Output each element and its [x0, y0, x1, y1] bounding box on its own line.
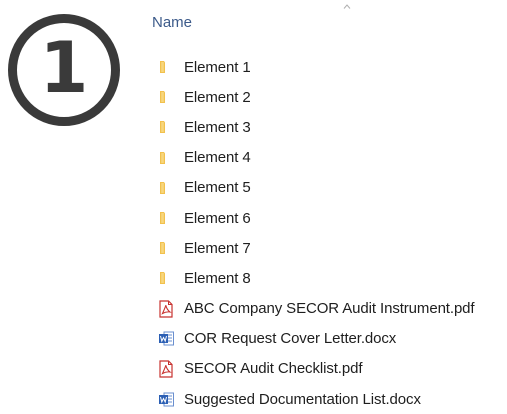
folder-icon [157, 179, 175, 197]
item-name: Element 4 [184, 149, 251, 167]
folder-icon [157, 118, 175, 136]
item-name: ABC Company SECOR Audit Instrument.pdf [184, 300, 475, 318]
item-name: Element 6 [184, 209, 251, 227]
item-name: Element 5 [184, 179, 251, 197]
item-name: Element 8 [184, 269, 251, 287]
sort-caret-icon[interactable] [343, 4, 351, 9]
folder-row[interactable]: Element 4 [157, 143, 475, 173]
folder-row[interactable]: Element 7 [157, 233, 475, 263]
folder-icon [157, 209, 175, 227]
item-name: SECOR Audit Checklist.pdf [184, 360, 363, 378]
file-row[interactable]: ABC Company SECOR Audit Instrument.pdf [157, 294, 475, 324]
pdf-file-icon [157, 299, 175, 318]
folder-icon [157, 149, 175, 167]
item-name: Element 2 [184, 88, 251, 106]
folder-row[interactable]: Element 2 [157, 82, 475, 112]
folder-icon [157, 58, 175, 76]
pdf-file-icon [157, 360, 175, 378]
folder-icon [157, 88, 175, 106]
folder-row[interactable]: Element 3 [157, 112, 475, 142]
step-number-badge: 1 [8, 14, 120, 126]
folder-icon [157, 269, 175, 287]
column-header-name[interactable]: Name [152, 14, 192, 31]
item-name: Element 1 [184, 58, 251, 76]
file-row[interactable]: COR Request Cover Letter.docx [157, 324, 475, 354]
folder-row[interactable]: Element 5 [157, 173, 475, 203]
folder-row[interactable]: Element 1 [157, 52, 475, 82]
item-name: Suggested Documentation List.docx [184, 390, 421, 408]
folder-icon [157, 239, 175, 257]
file-row[interactable]: SECOR Audit Checklist.pdf [157, 354, 475, 384]
word-document-icon [157, 330, 175, 348]
item-name: COR Request Cover Letter.docx [184, 330, 397, 348]
file-list: Element 1 Element 2 Element 3 Element 4 Elem… [157, 52, 475, 414]
folder-row[interactable]: Element 6 [157, 203, 475, 233]
word-document-icon [157, 390, 175, 408]
step-number: 1 [39, 27, 89, 109]
item-name: Element 7 [184, 239, 251, 257]
folder-row[interactable]: Element 8 [157, 263, 475, 293]
item-name: Element 3 [184, 118, 251, 136]
